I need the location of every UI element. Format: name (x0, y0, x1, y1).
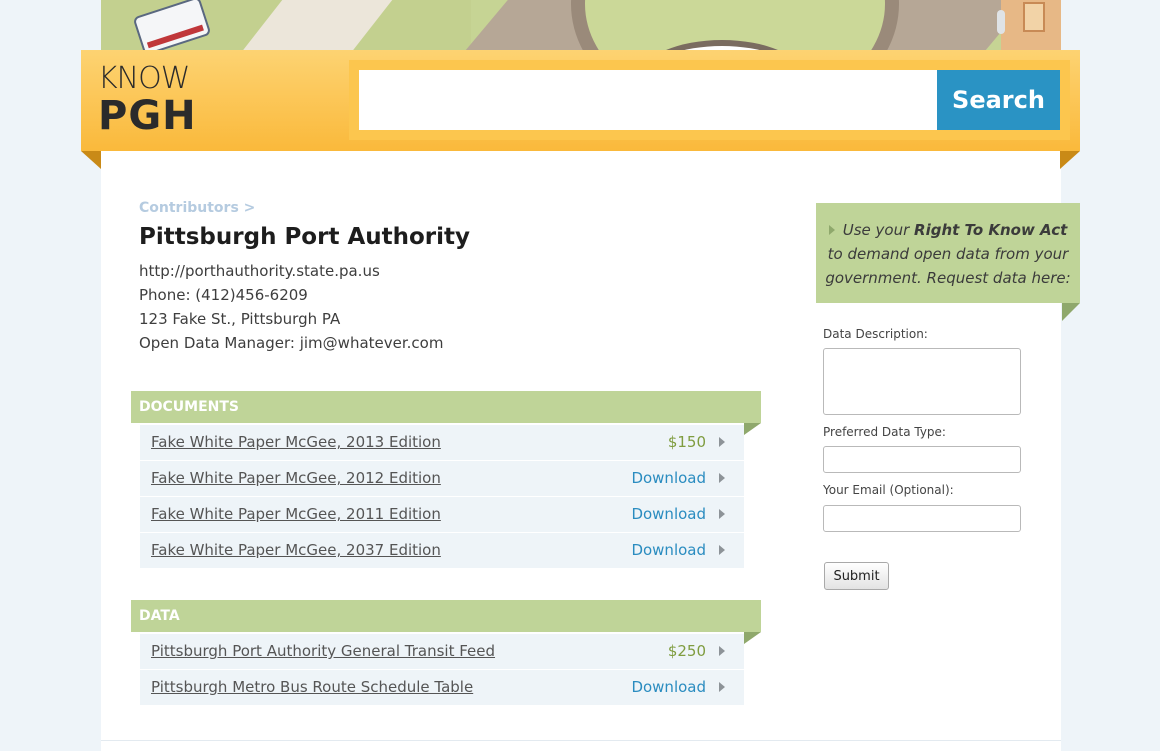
data-heading: DATA (131, 600, 761, 632)
data-description-label: Data Description: (823, 327, 928, 341)
download-link[interactable]: Download (631, 469, 706, 487)
chevron-right-icon (719, 545, 725, 555)
logo-line2: PGH (98, 93, 197, 139)
preferred-data-type-label: Preferred Data Type: (823, 425, 946, 439)
data-description-field[interactable] (823, 348, 1021, 415)
document-link[interactable]: Fake White Paper McGee, 2013 Edition (151, 433, 441, 451)
triangle-right-icon (828, 225, 835, 235)
right-to-know-callout: Use your Right To Know Act to demand ope… (816, 203, 1080, 303)
download-link[interactable]: Download (631, 541, 706, 559)
contributor-phone: Phone: (412)456-6209 (139, 286, 308, 304)
dataset-link[interactable]: Pittsburgh Metro Bus Route Schedule Tabl… (151, 678, 473, 696)
dataset-link[interactable]: Pittsburgh Port Authority General Transi… (151, 642, 495, 660)
search-button[interactable]: Search (937, 70, 1060, 130)
download-link[interactable]: Download (631, 505, 706, 523)
data-row: Pittsburgh Metro Bus Route Schedule Tabl… (140, 670, 744, 705)
search-input[interactable] (359, 70, 937, 130)
logo-line1: KNOW (98, 61, 190, 96)
chevron-right-icon (719, 437, 725, 447)
email-field[interactable] (823, 505, 1021, 532)
submit-button[interactable]: Submit (824, 562, 889, 590)
contributor-data-manager: Open Data Manager: jim@whatever.com (139, 334, 444, 352)
preferred-data-type-field[interactable] (823, 446, 1021, 473)
page-title: Pittsburgh Port Authority (139, 224, 471, 250)
breadcrumb-contributors[interactable]: Contributors > (139, 200, 255, 216)
contributor-address: 123 Fake St., Pittsburgh PA (139, 310, 341, 328)
header-illustration (101, 0, 1061, 52)
document-link[interactable]: Fake White Paper McGee, 2011 Edition (151, 505, 441, 523)
data-row: Pittsburgh Port Authority General Transi… (140, 634, 744, 669)
document-row: Fake White Paper McGee, 2012 Edition Dow… (140, 461, 744, 496)
price-link[interactable]: $150 (668, 433, 706, 451)
document-row: Fake White Paper McGee, 2013 Edition $15… (140, 425, 744, 460)
site-logo[interactable]: KNOW PGH (98, 61, 197, 139)
right-to-know-act-link: Right To Know Act (914, 221, 1068, 239)
document-row: Fake White Paper McGee, 2011 Edition Dow… (140, 497, 744, 532)
email-label: Your Email (Optional): (823, 483, 954, 497)
contributor-url[interactable]: http://porthauthority.state.pa.us (139, 262, 380, 280)
chevron-right-icon (719, 646, 725, 656)
document-link[interactable]: Fake White Paper McGee, 2037 Edition (151, 541, 441, 559)
price-link[interactable]: $250 (668, 642, 706, 660)
document-link[interactable]: Fake White Paper McGee, 2012 Edition (151, 469, 441, 487)
chevron-right-icon (719, 473, 725, 483)
chevron-right-icon (719, 509, 725, 519)
document-row: Fake White Paper McGee, 2037 Edition Dow… (140, 533, 744, 568)
chevron-right-icon (719, 682, 725, 692)
download-link[interactable]: Download (631, 678, 706, 696)
documents-heading: DOCUMENTS (131, 391, 761, 423)
